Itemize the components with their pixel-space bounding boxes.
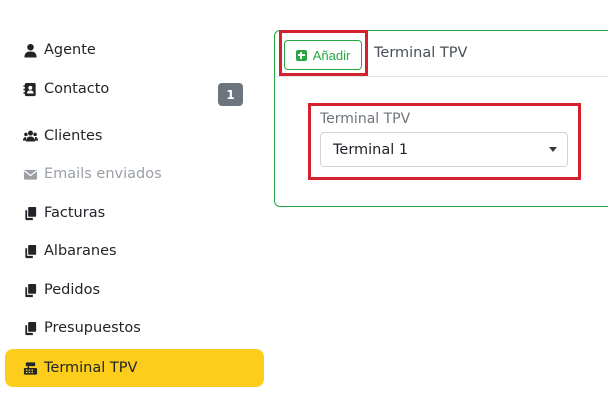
sidebar-item-label: Albaranes <box>44 243 117 259</box>
sidebar-item-agente[interactable]: Agente <box>5 31 264 69</box>
sidebar-item-label: Contacto <box>44 81 110 97</box>
terminal-tpv-field-label: Terminal TPV <box>320 111 411 127</box>
sidebar-item-label: Terminal TPV <box>44 360 138 376</box>
sidebar-item-presupuestos[interactable]: Presupuestos <box>5 309 264 347</box>
sidebar-item-emails-enviados[interactable]: Emails enviados <box>5 155 264 193</box>
sidebar-item-label: Clientes <box>44 128 103 144</box>
contact-card-icon <box>22 81 38 97</box>
copy-icon <box>22 282 38 298</box>
sidebar-item-label: Facturas <box>44 205 106 221</box>
sidebar-item-label: Agente <box>44 42 96 58</box>
sidebar-item-facturas[interactable]: Facturas <box>5 194 264 232</box>
sidebar-item-pedidos[interactable]: Pedidos <box>5 271 264 309</box>
users-icon <box>22 128 38 144</box>
envelope-icon <box>22 166 38 182</box>
add-button[interactable]: Añadir <box>284 40 362 70</box>
sidebar-item-label: Presupuestos <box>44 320 141 336</box>
sidebar-item-label: Pedidos <box>44 282 101 298</box>
cash-register-icon <box>22 360 38 376</box>
add-button-label: Añadir <box>312 47 351 63</box>
caret-down-icon <box>549 147 557 152</box>
panel-header: Añadir Terminal TPV <box>275 31 608 77</box>
terminal-tpv-select[interactable]: Terminal 1 <box>320 132 568 167</box>
sidebar: Agente Contacto 1 Clientes Emails enviad… <box>0 0 270 406</box>
copy-icon <box>22 320 38 336</box>
copy-icon <box>22 243 38 259</box>
sidebar-item-terminal-tpv[interactable]: Terminal TPV <box>5 349 264 387</box>
plus-square-icon <box>295 49 307 61</box>
copy-icon <box>22 205 38 221</box>
select-value: Terminal 1 <box>333 141 409 158</box>
panel-title: Terminal TPV <box>374 45 468 61</box>
sidebar-item-clientes[interactable]: Clientes <box>5 117 264 155</box>
user-icon <box>22 42 38 58</box>
sidebar-item-albaranes[interactable]: Albaranes <box>5 232 264 270</box>
contact-count-badge: 1 <box>218 83 243 106</box>
sidebar-item-label: Emails enviados <box>44 166 162 182</box>
